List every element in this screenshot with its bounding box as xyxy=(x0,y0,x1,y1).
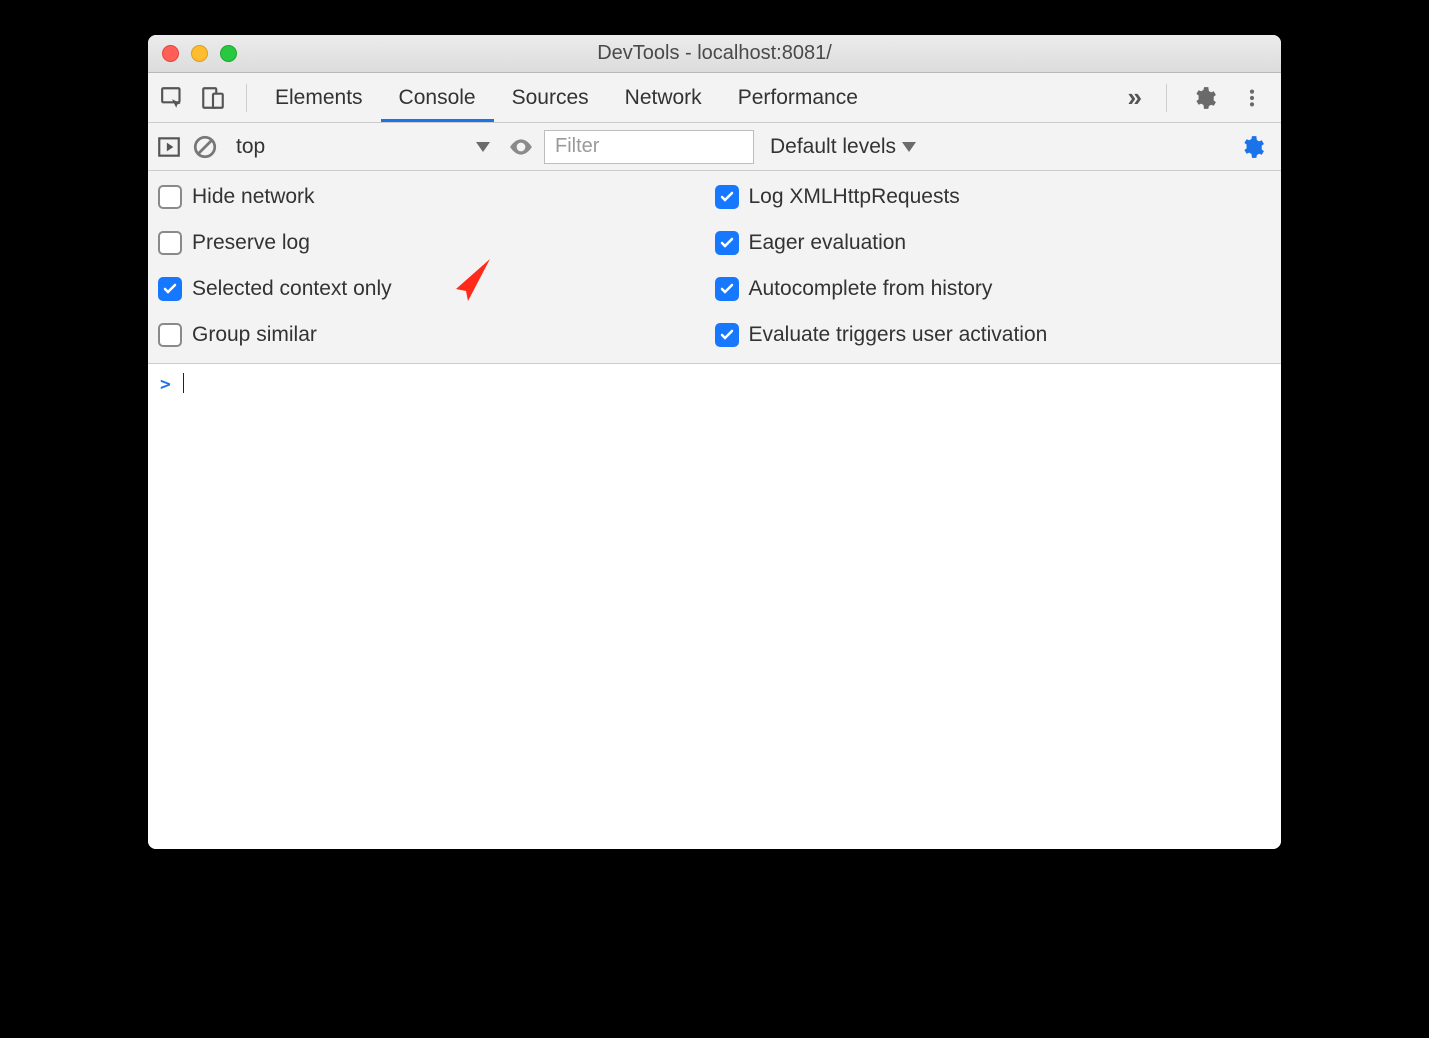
checkbox[interactable] xyxy=(158,277,182,301)
context-selector[interactable]: top xyxy=(228,131,498,163)
window-title: DevTools - localhost:8081/ xyxy=(148,42,1281,65)
console-output[interactable]: > xyxy=(148,364,1281,849)
checkbox[interactable] xyxy=(158,323,182,347)
titlebar: DevTools - localhost:8081/ xyxy=(148,35,1281,73)
clear-console-icon[interactable] xyxy=(192,134,218,160)
divider xyxy=(246,84,247,112)
option-autocomplete-history[interactable]: Autocomplete from history xyxy=(715,277,1272,301)
option-evaluate-user-activation[interactable]: Evaluate triggers user activation xyxy=(715,323,1272,347)
options-right-column: Log XMLHttpRequests Eager evaluation Aut… xyxy=(715,185,1272,347)
tab-console[interactable]: Console xyxy=(381,73,494,122)
console-settings-panel: Hide network Preserve log Selected conte… xyxy=(148,171,1281,364)
console-toolbar: top Default levels xyxy=(148,123,1281,171)
option-selected-context-only[interactable]: Selected context only xyxy=(158,277,715,301)
option-eager-evaluation[interactable]: Eager evaluation xyxy=(715,231,1272,255)
inspect-element-icon[interactable] xyxy=(160,85,186,111)
more-options-icon[interactable] xyxy=(1231,87,1273,109)
checkbox[interactable] xyxy=(715,323,739,347)
checkbox[interactable] xyxy=(158,185,182,209)
option-preserve-log[interactable]: Preserve log xyxy=(158,231,715,255)
filter-input[interactable] xyxy=(544,130,754,164)
console-prompt-icon: > xyxy=(160,374,171,395)
annotation-arrow-icon xyxy=(446,253,502,315)
live-expression-icon[interactable] xyxy=(508,134,534,160)
context-selected-label: top xyxy=(236,135,265,159)
console-settings-icon[interactable] xyxy=(1239,134,1273,160)
divider xyxy=(1166,84,1167,112)
tab-network[interactable]: Network xyxy=(607,73,720,122)
log-levels-label: Default levels xyxy=(770,135,896,159)
option-hide-network[interactable]: Hide network xyxy=(158,185,715,209)
options-left-column: Hide network Preserve log Selected conte… xyxy=(158,185,715,347)
main-toolbar: Elements Console Sources Network Perform… xyxy=(148,73,1281,123)
toggle-sidebar-icon[interactable] xyxy=(156,134,182,160)
option-log-xhr[interactable]: Log XMLHttpRequests xyxy=(715,185,1272,209)
chevron-down-icon xyxy=(902,142,916,152)
checkbox[interactable] xyxy=(715,231,739,255)
checkbox[interactable] xyxy=(715,277,739,301)
more-tabs-icon[interactable]: » xyxy=(1118,82,1152,113)
device-toolbar-icon[interactable] xyxy=(200,85,226,111)
option-group-similar[interactable]: Group similar xyxy=(158,323,715,347)
text-cursor xyxy=(183,373,185,393)
settings-icon[interactable] xyxy=(1181,85,1227,111)
devtools-window: DevTools - localhost:8081/ Elements Cons… xyxy=(148,35,1281,849)
checkbox[interactable] xyxy=(158,231,182,255)
tab-sources[interactable]: Sources xyxy=(494,73,607,122)
tab-performance[interactable]: Performance xyxy=(720,73,876,122)
log-levels-selector[interactable]: Default levels xyxy=(764,135,916,159)
checkbox[interactable] xyxy=(715,185,739,209)
tab-elements[interactable]: Elements xyxy=(257,73,381,122)
chevron-down-icon xyxy=(476,142,490,152)
